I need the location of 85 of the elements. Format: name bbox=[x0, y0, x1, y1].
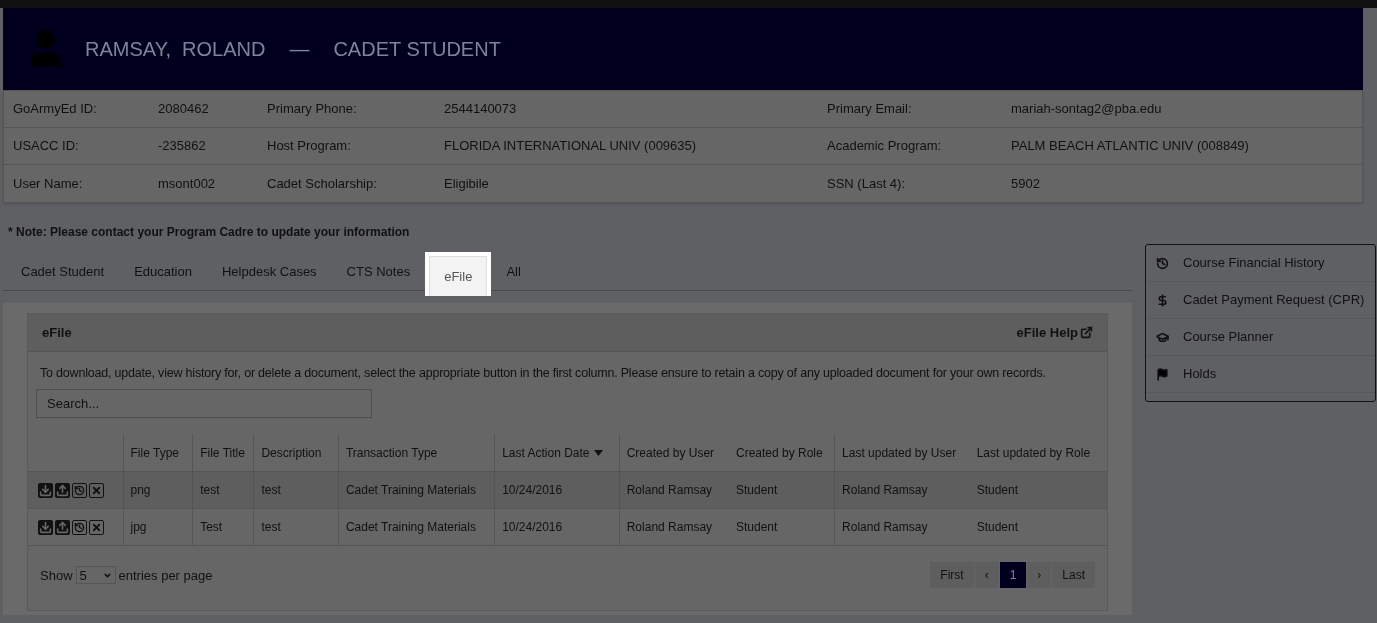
column-header[interactable]: Description bbox=[253, 433, 339, 472]
table-cell: Student bbox=[729, 508, 835, 546]
info-value: Eligibile bbox=[444, 174, 489, 193]
table-cell: Roland Ramsay bbox=[619, 471, 729, 509]
flag-icon bbox=[1156, 367, 1169, 381]
tab[interactable]: Cadet Student bbox=[9, 254, 117, 290]
info-value: 5902 bbox=[1011, 174, 1040, 193]
info-value: msont002 bbox=[158, 174, 216, 193]
info-label: USACC ID: bbox=[13, 137, 80, 156]
info-label: Host Program: bbox=[267, 137, 352, 156]
page-size-select[interactable]: 5 bbox=[75, 566, 116, 585]
page-button[interactable]: 1 bbox=[999, 562, 1027, 589]
info-value: 2080462 bbox=[158, 100, 209, 119]
dollar-icon bbox=[1156, 293, 1169, 307]
help-link[interactable]: eFile Help bbox=[1016, 322, 1093, 343]
delete-icon[interactable] bbox=[89, 519, 104, 535]
page-button[interactable]: First bbox=[930, 562, 974, 589]
table-cell: Test bbox=[192, 508, 254, 546]
download-icon[interactable] bbox=[38, 519, 53, 535]
table-cell: png bbox=[123, 471, 193, 509]
history-icon[interactable] bbox=[72, 482, 87, 498]
column-header[interactable]: Created by Role bbox=[729, 433, 835, 472]
upload-icon[interactable] bbox=[55, 519, 70, 535]
download-icon[interactable] bbox=[38, 482, 53, 498]
history-icon bbox=[1156, 256, 1169, 270]
upload-icon[interactable] bbox=[55, 482, 70, 498]
table-cell: test bbox=[253, 508, 339, 546]
table-cell: Student bbox=[729, 471, 835, 509]
sort-caret-icon bbox=[593, 449, 603, 456]
sidebar-item[interactable]: Course Planner bbox=[1146, 319, 1375, 356]
page-button[interactable]: › bbox=[1027, 562, 1052, 589]
tab[interactable]: Education bbox=[122, 254, 204, 290]
info-value: 2544140073 bbox=[444, 100, 517, 119]
table-cell: Roland Ramsay bbox=[619, 508, 729, 546]
tab[interactable]: Helpdesk Cases bbox=[209, 254, 329, 290]
column-header[interactable]: Created by User bbox=[619, 433, 729, 472]
info-label: User Name: bbox=[13, 174, 84, 193]
column-header[interactable]: Last Action Date bbox=[494, 433, 620, 472]
graduation-cap-icon bbox=[1156, 330, 1169, 344]
table-cell: Student bbox=[969, 508, 1107, 546]
student-role: CADET STUDENT bbox=[333, 37, 501, 62]
history-icon[interactable] bbox=[72, 519, 87, 535]
table-cell: jpg bbox=[123, 508, 193, 546]
instructions: To download, update, view history for, or delete a document, select the appropriate button in the first column. Please ensure to retain a copy of any uploaded document for your own records. bbox=[40, 365, 1047, 382]
tab[interactable]: eFile bbox=[429, 256, 488, 296]
info-label: Primary Phone: bbox=[267, 100, 358, 119]
note: * Note: Please contact your Program Cadre to update your information bbox=[8, 224, 411, 241]
page-button[interactable]: Last bbox=[1052, 562, 1095, 589]
student-name: RAMSAY, ROLAND bbox=[85, 37, 266, 62]
separator: — bbox=[288, 37, 311, 62]
table-cell: Student bbox=[969, 471, 1107, 509]
table-cell: 10/24/2016 bbox=[494, 471, 620, 509]
column-header[interactable]: Transaction Type bbox=[338, 433, 495, 472]
table-cell: test bbox=[192, 471, 254, 509]
sidebar-item[interactable]: Course Financial History bbox=[1146, 245, 1375, 282]
info-label: Primary Email: bbox=[827, 100, 913, 119]
info-label: Cadet Scholarship: bbox=[267, 174, 378, 193]
tab[interactable]: CTS Notes bbox=[334, 254, 423, 290]
table-cell: Cadet Training Materials bbox=[338, 471, 495, 509]
info-label: SSN (Last 4): bbox=[827, 174, 907, 193]
column-header[interactable]: Last updated by User bbox=[834, 433, 970, 472]
column-header[interactable]: File Type bbox=[123, 433, 193, 472]
info-value: PALM BEACH ATLANTIC UNIV (008849) bbox=[1011, 137, 1249, 156]
entries-label: entries per page bbox=[118, 566, 213, 585]
table-cell: test bbox=[253, 471, 339, 509]
sidebar-item[interactable]: Holds bbox=[1146, 356, 1375, 393]
external-link-icon bbox=[1080, 326, 1093, 339]
page-button[interactable]: ‹ bbox=[974, 562, 999, 589]
column-header[interactable]: Last updated by Role bbox=[969, 433, 1107, 472]
sidebar-item[interactable]: Cadet Payment Request (CPR) bbox=[1146, 282, 1375, 319]
info-label: Academic Program: bbox=[827, 137, 943, 156]
search-field[interactable]: Search... bbox=[36, 388, 372, 418]
info-value: mariah-sontag2@pba.edu bbox=[1011, 100, 1162, 119]
table-cell: 10/24/2016 bbox=[494, 508, 620, 546]
table-cell: Cadet Training Materials bbox=[338, 508, 495, 546]
panel-title: eFile bbox=[42, 323, 72, 342]
tab[interactable]: All bbox=[494, 254, 533, 290]
delete-icon[interactable] bbox=[89, 482, 104, 498]
show-label: Show bbox=[40, 566, 73, 585]
table-cell: Roland Ramsay bbox=[834, 471, 970, 509]
info-label: GoArmyEd ID: bbox=[13, 100, 98, 119]
column-header[interactable]: File Title bbox=[192, 433, 254, 472]
table-cell: Roland Ramsay bbox=[834, 508, 970, 546]
info-value: -235862 bbox=[158, 137, 206, 156]
info-value: FLORIDA INTERNATIONAL UNIV (009635) bbox=[444, 137, 697, 156]
